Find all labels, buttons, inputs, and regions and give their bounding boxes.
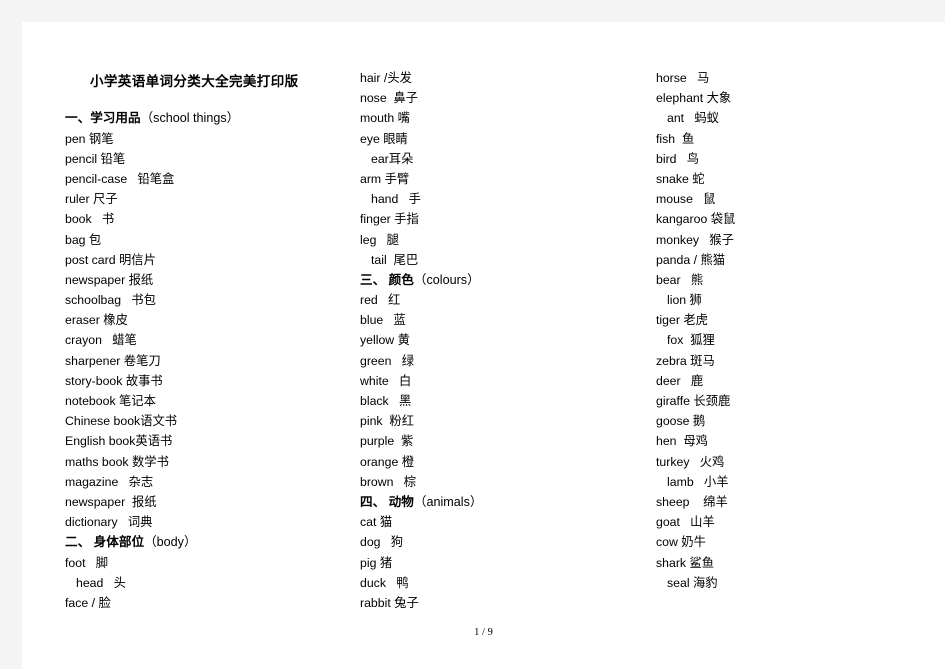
vocabulary-entry: face / 脸 xyxy=(65,595,111,610)
section-heading-en: （animals） xyxy=(413,494,483,509)
vocabulary-entry: story-book 故事书 xyxy=(65,373,163,388)
vocabulary-entry: red 红 xyxy=(360,293,401,308)
vocabulary-entry: crayon 蜡笔 xyxy=(65,333,137,348)
vocabulary-entry: pink 粉红 xyxy=(360,414,414,429)
vocabulary-entry: schoolbag 书包 xyxy=(65,293,156,308)
vocabulary-entry: tiger 老虎 xyxy=(656,313,708,328)
vocabulary-entry: elephant 大象 xyxy=(656,91,732,106)
word-column-1: 一、学习用品（school things） pen 钢笔 pencil 铅笔 penc… xyxy=(65,68,355,613)
vocabulary-entry: white 白 xyxy=(360,373,412,388)
vocabulary-entry: tail 尾巴 xyxy=(371,252,419,267)
vocabulary-entry: pig 猪 xyxy=(360,555,393,570)
vocabulary-entry: Chinese book语文书 xyxy=(65,414,178,429)
vocabulary-entry: goose 鹅 xyxy=(656,414,706,429)
vocabulary-entry: turkey 火鸡 xyxy=(656,454,725,469)
section-heading-en: （school things） xyxy=(140,111,240,126)
section-heading-en: （body） xyxy=(144,535,197,550)
vocabulary-entry: deer 鹿 xyxy=(656,373,704,388)
vocabulary-entry: bear 熊 xyxy=(656,272,704,287)
vocabulary-entry: lion 狮 xyxy=(667,293,702,308)
vocabulary-entry: kangaroo 袋鼠 xyxy=(656,212,736,227)
section-heading: 一、学习用品（school things） xyxy=(65,108,355,128)
vocabulary-entry: brown 棕 xyxy=(360,474,417,489)
vocabulary-entry: post card 明信片 xyxy=(65,252,156,267)
vocabulary-entry: sharpener 卷笔刀 xyxy=(65,353,161,368)
vocabulary-entry: hair /头发 xyxy=(360,71,412,85)
section-heading: 二、 身体部位（body） xyxy=(65,532,355,552)
vocabulary-entry: arm 手臂 xyxy=(360,171,410,186)
vocabulary-entry: newspaper 报纸 xyxy=(65,494,157,509)
section-heading-zh: 二、 身体部位 xyxy=(65,535,145,550)
word-column-2: hair /头发 nose 鼻子 mouth 嘴 eye 眼睛 ear耳朵 arm 手臂 h… xyxy=(360,68,650,613)
vocabulary-entry: cow 奶牛 xyxy=(656,535,706,550)
vocabulary-entry: book 书 xyxy=(65,212,115,227)
vocabulary-entry: snake 蛇 xyxy=(656,171,705,186)
vocabulary-entry: orange 橙 xyxy=(360,454,415,469)
vocabulary-entry: purple 紫 xyxy=(360,434,414,449)
vocabulary-entry: black 黑 xyxy=(360,394,412,408)
section-heading-zh: 三、 颜色 xyxy=(360,272,414,287)
section-heading: 四、 动物（animals） xyxy=(360,492,650,512)
section-heading-en: （colours） xyxy=(413,272,480,287)
vocabulary-entry: rabbit 兔子 xyxy=(360,595,419,610)
vocabulary-entry: eraser 橡皮 xyxy=(65,313,128,328)
vocabulary-entry: panda / 熊猫 xyxy=(656,252,726,267)
vocabulary-entry: fish 鱼 xyxy=(656,131,695,146)
vocabulary-entry: ruler 尺子 xyxy=(65,192,118,207)
vocabulary-entry: zebra 斑马 xyxy=(656,353,715,368)
vocabulary-entry: magazine 杂志 xyxy=(65,474,154,489)
vocabulary-entry: mouth 嘴 xyxy=(360,111,410,126)
vocabulary-entry: mouse 鼠 xyxy=(656,192,716,207)
vocabulary-entry: leg 腿 xyxy=(360,232,399,247)
vocabulary-entry: blue 蓝 xyxy=(360,313,406,328)
section-heading-zh: 一、学习用品 xyxy=(65,111,141,126)
vocabulary-entry: green 绿 xyxy=(360,353,414,368)
vocabulary-entry: fox 狐狸 xyxy=(667,333,715,348)
section-heading-zh: 四、 动物 xyxy=(360,494,414,509)
document-page: 小学英语单词分类大全完美打印版 一、学习用品（school things） pen… xyxy=(22,22,945,669)
vocabulary-entry: cat 猫 xyxy=(360,515,393,530)
vocabulary-entry: pen 钢笔 xyxy=(65,131,114,146)
vocabulary-entry: ant 蚂蚁 xyxy=(667,111,719,126)
vocabulary-entry: dog 狗 xyxy=(360,535,404,550)
vocabulary-entry: sheep 绵羊 xyxy=(656,494,728,509)
vocabulary-entry: English book英语书 xyxy=(65,434,173,449)
vocabulary-entry: horse 马 xyxy=(656,71,710,85)
vocabulary-entry: pencil 铅笔 xyxy=(65,151,126,166)
page-number: 1 / 9 xyxy=(474,627,493,638)
vocabulary-entry: newspaper 报纸 xyxy=(65,272,154,287)
vocabulary-entry: shark 鲨鱼 xyxy=(656,555,715,570)
vocabulary-entry: finger 手指 xyxy=(360,212,419,227)
vocabulary-entry: ear耳朵 xyxy=(371,151,414,166)
vocabulary-entry: giraffe 长颈鹿 xyxy=(656,394,731,408)
vocabulary-entry: seal 海豹 xyxy=(667,575,718,590)
vocabulary-entry: hen 母鸡 xyxy=(656,434,708,449)
vocabulary-entry: notebook 笔记本 xyxy=(65,394,156,408)
vocabulary-entry: maths book 数学书 xyxy=(65,454,169,469)
vocabulary-entry: eye 眼睛 xyxy=(360,131,408,146)
vocabulary-entry: hand 手 xyxy=(371,192,421,207)
vocabulary-entry: dictionary 词典 xyxy=(65,515,153,530)
vocabulary-entry: duck 鸭 xyxy=(360,575,409,590)
vocabulary-entry: yellow 黄 xyxy=(360,333,410,348)
vocabulary-entry: bird 鸟 xyxy=(656,151,700,166)
vocabulary-entry: monkey 猴子 xyxy=(656,232,734,247)
vocabulary-entry: pencil-case 铅笔盒 xyxy=(65,171,175,186)
section-heading: 三、 颜色（colours） xyxy=(360,270,650,290)
vocabulary-entry: foot 脚 xyxy=(65,555,109,570)
vocabulary-entry: nose 鼻子 xyxy=(360,91,419,106)
vocabulary-entry: bag 包 xyxy=(65,232,102,247)
vocabulary-entry: goat 山羊 xyxy=(656,515,715,530)
vocabulary-entry: lamb 小羊 xyxy=(667,474,729,489)
word-column-3: horse 马 elephant 大象 ant 蚂蚁 fish 鱼 bird 鸟 snak… xyxy=(656,68,945,593)
vocabulary-entry: head 头 xyxy=(76,575,126,590)
